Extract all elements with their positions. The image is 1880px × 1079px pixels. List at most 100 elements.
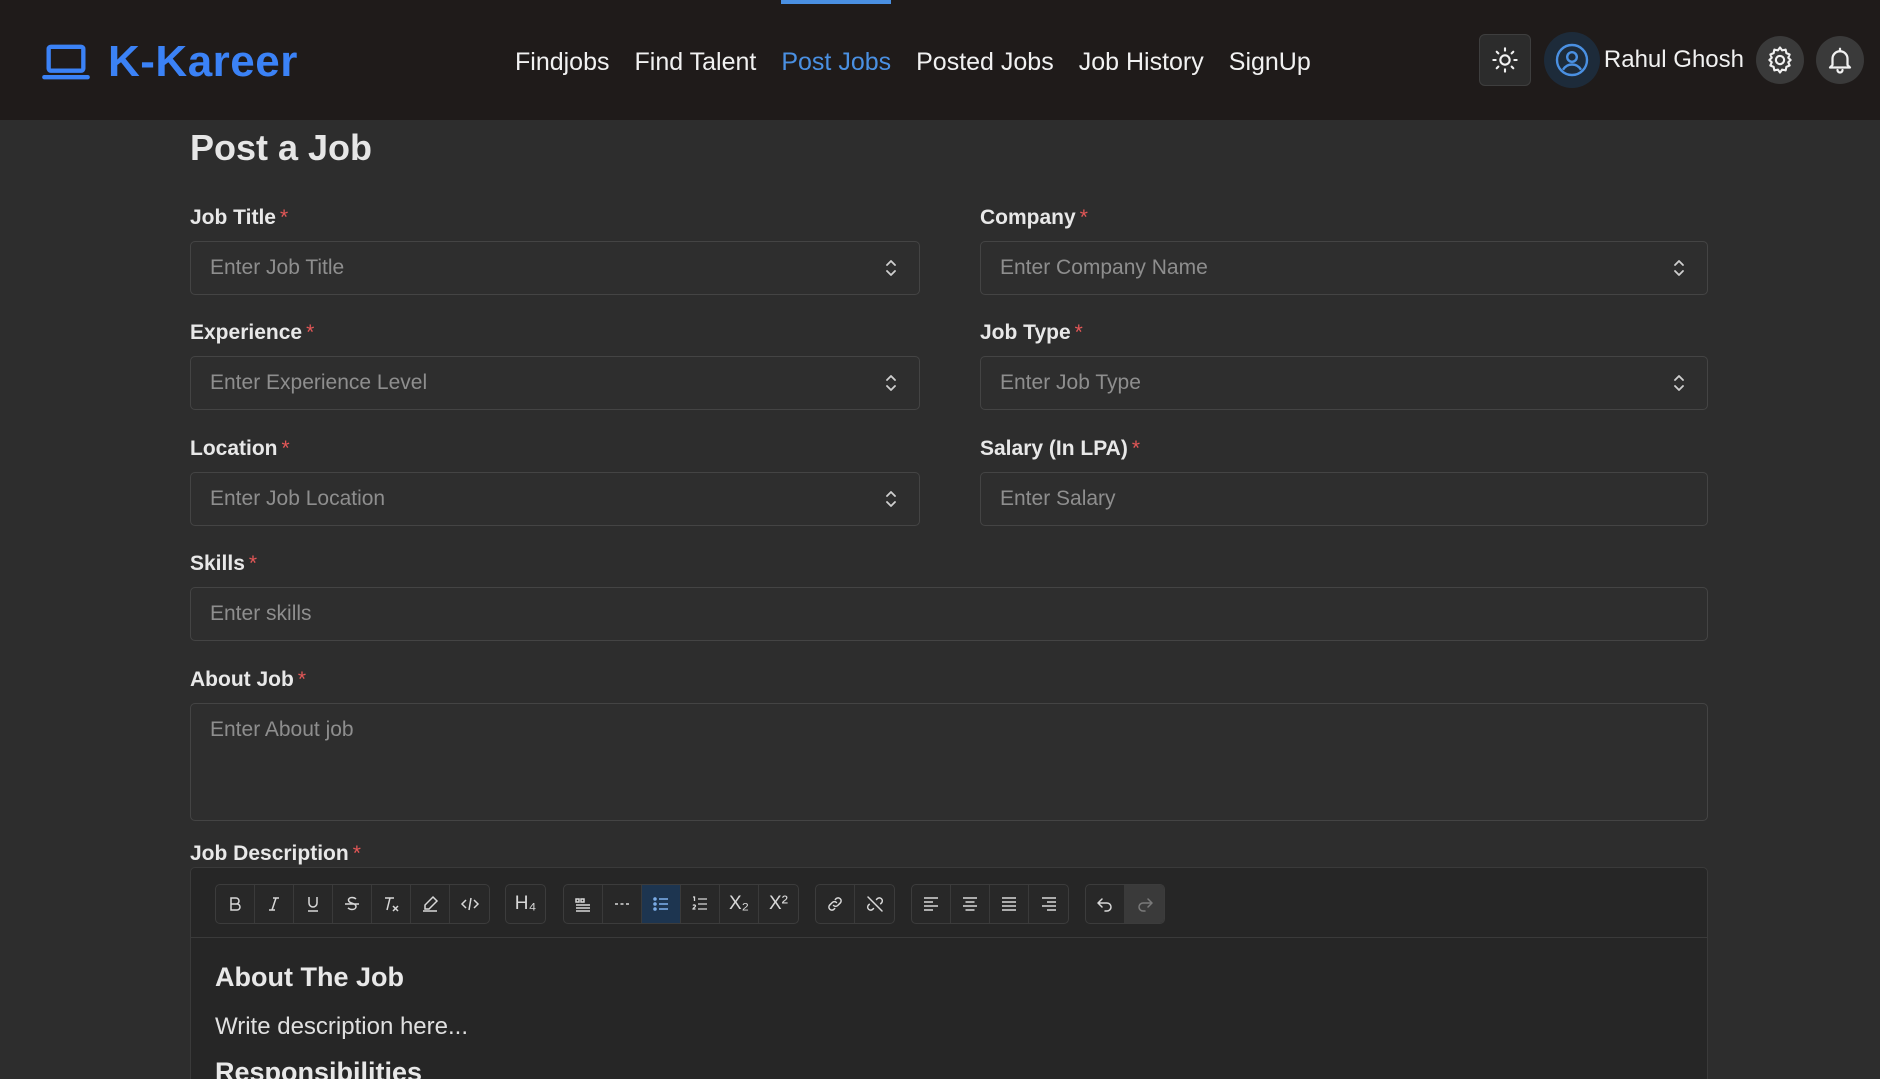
location-placeholder: Enter Job Location — [210, 487, 386, 510]
strikethrough-button[interactable] — [333, 885, 372, 923]
subscript-button[interactable]: X₂ — [720, 885, 759, 923]
user-name[interactable]: Rahul Ghosh — [1604, 46, 1744, 74]
about-job-field: About Job * Enter About job — [190, 667, 1708, 821]
editor-heading: About The Job — [215, 962, 404, 992]
editor-toolbar: H₄ X₂ X² — [191, 868, 1707, 938]
history-group — [1085, 884, 1165, 924]
salary-placeholder: Enter Salary — [1000, 487, 1116, 510]
blockquote-button[interactable] — [564, 885, 603, 923]
editor-content[interactable]: About The Job Write description here... … — [191, 938, 1707, 1079]
user-circle-icon — [1555, 43, 1589, 77]
redo-icon — [1137, 898, 1153, 912]
avatar[interactable] — [1543, 32, 1600, 88]
location-label: Location * — [190, 437, 290, 460]
job-description-label: Job Description * — [190, 842, 361, 865]
clear-format-icon — [385, 897, 399, 912]
undo-icon — [1097, 898, 1112, 912]
h4-button[interactable]: H₄ — [506, 885, 545, 923]
align-justify-icon — [1002, 897, 1016, 911]
chevron-up-down-icon — [1674, 260, 1684, 276]
link-icon — [828, 897, 842, 911]
about-job-textarea[interactable]: Enter About job — [190, 703, 1708, 821]
align-center-button[interactable] — [951, 885, 990, 923]
redo-button[interactable] — [1125, 885, 1164, 923]
experience-label: Experience * — [190, 321, 315, 344]
nav-signup[interactable]: SignUp — [1229, 0, 1311, 120]
main-nav: Findjobs Find Talent Post Jobs Posted Jo… — [515, 0, 1336, 120]
nav-find-talent[interactable]: Find Talent — [635, 0, 757, 120]
editor-paragraph: Write description here... — [215, 1013, 468, 1040]
salary-input[interactable]: Enter Salary — [980, 472, 1708, 526]
heading-group: H₄ — [505, 884, 546, 924]
experience-input[interactable]: Enter Experience Level — [190, 356, 920, 410]
page-title: Post a Job — [190, 127, 373, 168]
nav-posted-jobs[interactable]: Posted Jobs — [916, 0, 1054, 120]
italic-icon — [269, 897, 279, 911]
notifications-button[interactable] — [1816, 36, 1864, 84]
underline-button[interactable] — [294, 885, 333, 923]
align-left-button[interactable] — [912, 885, 951, 923]
unlink-button[interactable] — [855, 885, 894, 923]
nav-job-history[interactable]: Job History — [1079, 0, 1204, 120]
chevron-up-down-icon — [1674, 375, 1684, 391]
job-type-input[interactable]: Enter Job Type — [980, 356, 1708, 410]
align-right-icon — [1041, 897, 1056, 911]
gear-icon — [1768, 46, 1792, 74]
align-left-icon — [924, 897, 938, 911]
link-button[interactable] — [816, 885, 855, 923]
bullet-list-button[interactable] — [642, 885, 681, 923]
unlink-icon — [866, 896, 883, 912]
location-input[interactable]: Enter Job Location — [190, 472, 920, 526]
nav-post-jobs[interactable]: Post Jobs — [781, 0, 891, 120]
chevron-up-down-icon — [886, 260, 896, 276]
job-title-input[interactable]: Enter Job Title — [190, 241, 920, 295]
italic-button[interactable] — [255, 885, 294, 923]
job-title-field: Job Title * Enter Job Title — [190, 205, 920, 295]
job-type-field: Job Type * Enter Job Type — [980, 320, 1708, 410]
align-center-icon — [963, 897, 977, 911]
laptop-icon — [42, 44, 90, 80]
highlight-button[interactable] — [411, 885, 450, 923]
skills-input[interactable]: Enter skills — [190, 587, 1708, 641]
blocks-group: X₂ X² — [563, 884, 799, 924]
sun-icon — [1492, 47, 1518, 73]
job-title-label: Job Title * — [190, 206, 289, 229]
skills-placeholder: Enter skills — [210, 602, 312, 625]
job-type-placeholder: Enter Job Type — [1000, 371, 1141, 394]
editor-heading-responsibilities: Responsibilities — [215, 1057, 423, 1079]
align-right-button[interactable] — [1029, 885, 1068, 923]
bullet-list-icon — [653, 897, 668, 911]
brand-logo[interactable]: K-Kareer — [40, 36, 298, 88]
header-actions: Rahul Ghosh — [1478, 32, 1864, 88]
salary-label: Salary (In LPA) * — [980, 437, 1140, 460]
ordered-list-button[interactable] — [681, 885, 720, 923]
blockquote-icon — [575, 898, 590, 912]
experience-placeholder: Enter Experience Level — [210, 371, 428, 394]
superscript-button[interactable]: X² — [759, 885, 798, 923]
code-icon — [460, 897, 479, 911]
align-group — [911, 884, 1069, 924]
clear-format-button[interactable] — [372, 885, 411, 923]
company-input[interactable]: Enter Company Name — [980, 241, 1708, 295]
company-label: Company * — [980, 206, 1088, 229]
highlighter-icon — [423, 895, 439, 912]
job-description-editor: H₄ X₂ X² About The Job Write description… — [190, 867, 1708, 1079]
job-title-placeholder: Enter Job Title — [210, 256, 345, 279]
bold-icon — [230, 897, 241, 911]
theme-toggle-button[interactable] — [1478, 34, 1531, 86]
horizontal-rule-button[interactable] — [603, 885, 642, 923]
ordered-list-icon — [692, 896, 707, 910]
nav-findjobs[interactable]: Findjobs — [515, 0, 610, 120]
align-justify-button[interactable] — [990, 885, 1029, 923]
bold-button[interactable] — [216, 885, 255, 923]
experience-field: Experience * Enter Experience Level — [190, 320, 920, 410]
job-description-field: Job Description * — [190, 841, 1708, 867]
settings-button[interactable] — [1756, 36, 1804, 84]
skills-field: Skills * Enter skills — [190, 551, 1708, 641]
horizontal-rule-icon — [615, 903, 629, 905]
link-group — [815, 884, 895, 924]
about-job-label: About Job * — [190, 668, 306, 691]
bell-icon — [1828, 47, 1852, 74]
undo-button[interactable] — [1086, 885, 1125, 923]
code-button[interactable] — [450, 885, 489, 923]
